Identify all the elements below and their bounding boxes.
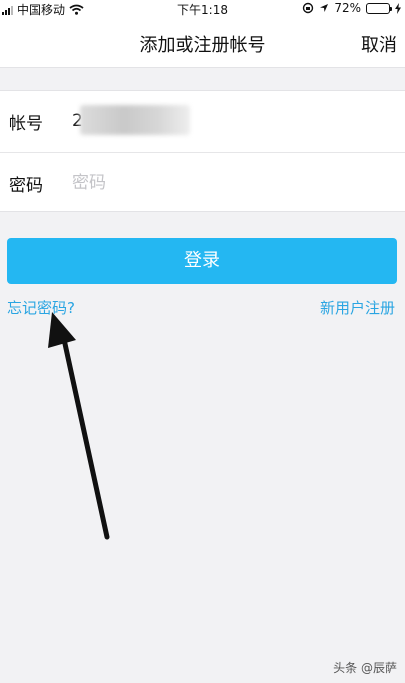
login-form: 帐号 密码 <box>0 90 405 212</box>
account-label: 帐号 <box>9 114 43 134</box>
cancel-button[interactable]: 取消 <box>361 31 397 57</box>
battery-percent: 72% <box>334 1 361 15</box>
forgot-password-link[interactable]: 忘记密码? <box>7 297 75 318</box>
watermark: 头条 @辰萨 <box>333 661 397 675</box>
battery-icon <box>366 2 392 14</box>
login-button[interactable]: 登录 <box>7 238 397 284</box>
status-right: 72% <box>302 1 401 15</box>
password-row: 密码 <box>0 152 405 213</box>
navigation-bar: 添加或注册帐号 取消 <box>0 18 405 68</box>
status-bar: 中国移动 下午1:18 72% <box>0 0 405 18</box>
register-link[interactable]: 新用户注册 <box>320 297 395 318</box>
charging-icon <box>395 2 401 14</box>
account-row: 帐号 <box>0 91 405 152</box>
page-title: 添加或注册帐号 <box>139 35 266 56</box>
rotation-lock-icon <box>303 2 314 14</box>
password-label: 密码 <box>9 176 43 196</box>
login-screen: 中国移动 下午1:18 72% 添加或注册帐号 取消 帐号 2 密码 登录 忘记… <box>0 0 405 683</box>
password-input[interactable] <box>72 165 372 201</box>
redacted-account-blur <box>80 105 190 135</box>
location-icon <box>320 4 329 12</box>
